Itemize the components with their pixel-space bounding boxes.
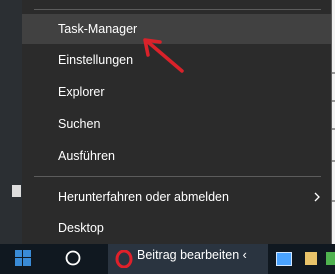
annotation-arrow	[143, 38, 184, 73]
taskbar: Beitrag bearbeiten ‹	[0, 244, 335, 274]
opera-icon	[115, 250, 133, 268]
windows-start-icon[interactable]	[15, 250, 31, 266]
app-icon[interactable]	[305, 252, 317, 265]
search-circle-icon[interactable]	[64, 249, 82, 267]
app-icon[interactable]	[326, 252, 335, 265]
app-icon[interactable]	[276, 252, 292, 266]
taskbar-window-title: Beitrag bearbeiten ‹	[137, 248, 247, 262]
